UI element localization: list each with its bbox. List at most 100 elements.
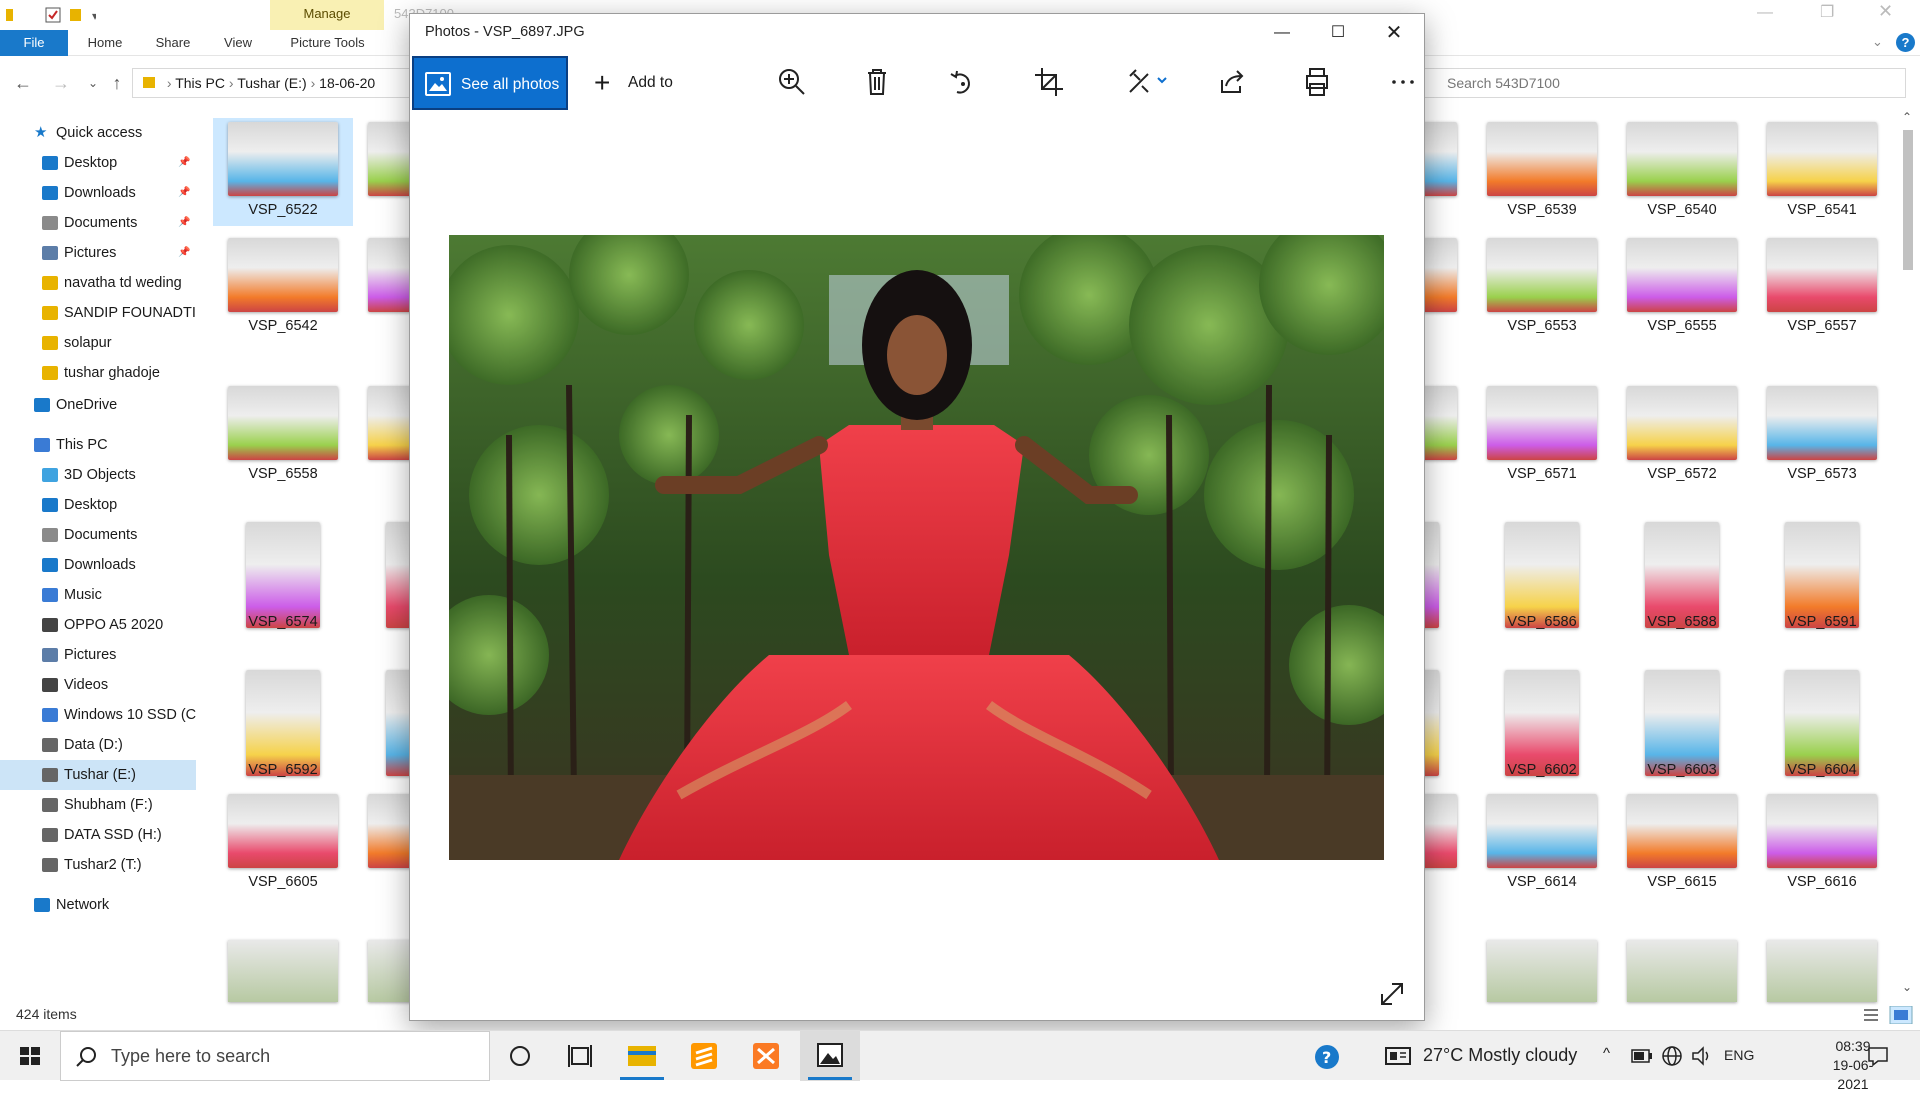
file-item[interactable]: VSP_6542 bbox=[213, 230, 353, 342]
nav-pc-item[interactable]: Pictures bbox=[0, 640, 196, 670]
recent-chevron-icon[interactable]: ⌄ bbox=[82, 72, 104, 94]
nav-pc-item[interactable]: Music bbox=[0, 580, 196, 610]
photo-thumbnail[interactable] bbox=[1627, 940, 1737, 1002]
breadcrumb-drive[interactable]: Tushar (E:) bbox=[237, 75, 307, 91]
nav-quick-item[interactable]: SANDIP FOUNADTI bbox=[0, 298, 196, 328]
nav-quick-access[interactable]: ★ Quick access bbox=[0, 118, 196, 148]
breadcrumb-folder[interactable]: 18-06-20 bbox=[319, 75, 375, 91]
tray-overflow-chevron-icon[interactable]: ^ bbox=[1603, 1045, 1610, 1062]
explorer-close-button[interactable]: ✕ bbox=[1878, 1, 1893, 22]
file-item[interactable]: VSP_6541 bbox=[1752, 118, 1892, 226]
file-item[interactable]: VSP_6616 bbox=[1752, 788, 1892, 898]
language-indicator[interactable]: ENG bbox=[1724, 1047, 1754, 1063]
tab-share[interactable]: Share bbox=[148, 30, 198, 56]
pin-icon[interactable]: 📌 bbox=[178, 148, 190, 178]
nav-pc-item[interactable]: Tushar2 (T:) bbox=[0, 850, 196, 880]
file-item[interactable]: VSP_6553 bbox=[1472, 230, 1612, 342]
file-item[interactable]: VSP_6555 bbox=[1612, 230, 1752, 342]
file-item[interactable]: VSP_6604 bbox=[1752, 668, 1892, 786]
file-item[interactable]: VSP_6572 bbox=[1612, 372, 1752, 490]
tab-view[interactable]: View bbox=[214, 30, 262, 56]
nav-this-pc[interactable]: This PC bbox=[0, 430, 196, 460]
main-photo[interactable] bbox=[449, 235, 1384, 860]
file-item[interactable]: VSP_6591 bbox=[1752, 520, 1892, 638]
photos-minimize-button[interactable]: — bbox=[1254, 14, 1310, 52]
view-toggle[interactable] bbox=[1862, 1006, 1914, 1024]
crop-icon[interactable] bbox=[1031, 64, 1067, 100]
sublime-text-icon[interactable] bbox=[674, 1031, 734, 1081]
up-arrow-icon[interactable]: ↑ bbox=[106, 72, 128, 94]
more-icon[interactable] bbox=[1385, 64, 1421, 100]
nav-quick-item[interactable]: Desktop 📌 bbox=[0, 148, 196, 178]
notifications-icon[interactable] bbox=[1866, 1045, 1890, 1067]
edit-icon[interactable] bbox=[1122, 64, 1172, 100]
zoom-in-icon[interactable] bbox=[774, 64, 810, 100]
pin-icon[interactable]: 📌 bbox=[178, 208, 190, 238]
file-item[interactable]: VSP_6571 bbox=[1472, 372, 1612, 490]
rotate-icon[interactable] bbox=[945, 64, 981, 100]
file-item[interactable]: VSP_6574 bbox=[213, 520, 353, 638]
nav-quick-item[interactable]: Documents 📌 bbox=[0, 208, 196, 238]
nav-pc-item[interactable]: Desktop bbox=[0, 490, 196, 520]
nav-quick-item[interactable]: navatha td weding bbox=[0, 268, 196, 298]
scroll-up-icon[interactable]: ⌃ bbox=[1902, 110, 1912, 124]
nav-pc-item[interactable]: Documents bbox=[0, 520, 196, 550]
file-item[interactable]: VSP_6540 bbox=[1612, 118, 1752, 226]
nav-pc-item[interactable]: Shubham (F:) bbox=[0, 790, 196, 820]
weather-news-icon[interactable] bbox=[1384, 1045, 1412, 1067]
file-item[interactable]: VSP_6615 bbox=[1612, 788, 1752, 898]
nav-pc-item[interactable]: Downloads bbox=[0, 550, 196, 580]
explorer-search-input[interactable]: Search 543D7100 bbox=[1412, 68, 1906, 98]
taskbar-search-box[interactable]: Type here to search bbox=[60, 1031, 490, 1081]
delete-icon[interactable] bbox=[859, 64, 895, 100]
photos-close-button[interactable]: ✕ bbox=[1366, 14, 1422, 52]
nav-pc-item[interactable]: 3D Objects bbox=[0, 460, 196, 490]
add-to-button[interactable]: + Add to bbox=[582, 56, 682, 110]
file-item[interactable]: VSP_6588 bbox=[1612, 520, 1752, 638]
nav-network[interactable]: Network bbox=[0, 890, 196, 920]
see-all-photos-button[interactable]: See all photos bbox=[412, 56, 568, 110]
nav-pc-item[interactable]: Data (D:) bbox=[0, 730, 196, 760]
nav-pc-item[interactable]: DATA SSD (H:) bbox=[0, 820, 196, 850]
scrollbar-thumb[interactable] bbox=[1903, 130, 1913, 270]
file-item[interactable]: VSP_6522 bbox=[213, 118, 353, 226]
breadcrumb-this-pc[interactable]: This PC bbox=[175, 75, 225, 91]
quick-access-toolbar[interactable]: ▾ bbox=[6, 7, 96, 23]
photo-thumbnail[interactable] bbox=[1767, 940, 1877, 1002]
file-explorer-taskbar-icon[interactable] bbox=[612, 1031, 672, 1081]
nav-quick-item[interactable]: Pictures 📌 bbox=[0, 238, 196, 268]
file-item[interactable]: VSP_6605 bbox=[213, 788, 353, 898]
explorer-minimize-button[interactable]: — bbox=[1757, 4, 1773, 22]
file-item[interactable]: VSP_6573 bbox=[1752, 372, 1892, 490]
file-item[interactable]: VSP_6614 bbox=[1472, 788, 1612, 898]
file-item[interactable]: VSP_6592 bbox=[213, 668, 353, 786]
cortana-icon[interactable] bbox=[490, 1031, 550, 1081]
help-icon[interactable]: ? bbox=[1896, 33, 1915, 52]
file-item[interactable]: VSP_6603 bbox=[1612, 668, 1752, 786]
explorer-maximize-button[interactable]: ❐ bbox=[1820, 2, 1834, 22]
file-item[interactable]: VSP_6539 bbox=[1472, 118, 1612, 226]
weather-text[interactable]: 27°C Mostly cloudy bbox=[1423, 1045, 1577, 1066]
photo-thumbnail[interactable] bbox=[228, 940, 338, 1002]
pin-icon[interactable]: 📌 bbox=[178, 238, 190, 268]
tab-file[interactable]: File bbox=[0, 30, 68, 56]
windows-start-icon[interactable] bbox=[0, 1031, 60, 1081]
nav-pc-item[interactable]: Tushar (E:) bbox=[0, 760, 196, 790]
nav-quick-item[interactable]: tushar ghadoje bbox=[0, 358, 196, 388]
file-item[interactable]: VSP_6602 bbox=[1472, 668, 1612, 786]
scroll-down-icon[interactable]: ⌄ bbox=[1902, 980, 1912, 994]
address-box[interactable]: › This PC › Tushar (E:) › 18-06-20 bbox=[132, 68, 412, 98]
task-view-icon[interactable] bbox=[550, 1031, 610, 1081]
photos-maximize-button[interactable]: ☐ bbox=[1310, 14, 1366, 52]
volume-icon[interactable] bbox=[1690, 1045, 1714, 1067]
nav-pc-item[interactable]: Windows 10 SSD (C bbox=[0, 700, 196, 730]
print-icon[interactable] bbox=[1299, 64, 1335, 100]
share-icon[interactable] bbox=[1214, 64, 1250, 100]
nav-quick-item[interactable]: Downloads 📌 bbox=[0, 178, 196, 208]
battery-icon[interactable] bbox=[1631, 1049, 1653, 1063]
nav-onedrive[interactable]: OneDrive bbox=[0, 390, 196, 420]
tab-home[interactable]: Home bbox=[80, 30, 130, 56]
pin-icon[interactable]: 📌 bbox=[178, 178, 190, 208]
manage-context-tab[interactable]: Manage bbox=[270, 0, 384, 30]
tab-picture-tools[interactable]: Picture Tools bbox=[280, 30, 375, 56]
